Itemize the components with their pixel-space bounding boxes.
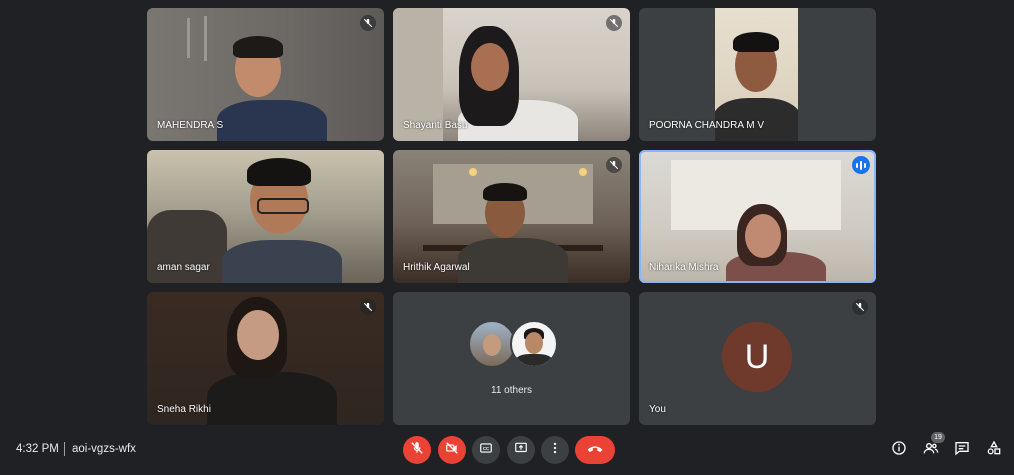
participant-tile-aman[interactable]: aman sagar: [147, 150, 384, 283]
participant-tile-mahendra[interactable]: MAHENDRA S: [147, 8, 384, 141]
meeting-details-button[interactable]: [890, 440, 908, 461]
svg-text:CC: CC: [483, 446, 489, 451]
avatar: U: [722, 322, 792, 392]
mic-off-icon: [360, 299, 376, 315]
present-button[interactable]: [507, 436, 535, 464]
speaking-indicator-icon: [852, 156, 870, 174]
chat-button[interactable]: [953, 441, 971, 459]
meeting-code: aoi-vgzs-wfx: [72, 443, 136, 455]
mic-off-icon: [606, 157, 622, 173]
participant-tile-hrithik[interactable]: Hrithik Agarwal: [393, 150, 630, 283]
mic-off-icon: [606, 15, 622, 31]
clock: 4:32 PM: [16, 443, 59, 455]
avatar: [468, 320, 516, 368]
participant-count-badge: 19: [931, 432, 945, 443]
more-options-button[interactable]: [541, 436, 569, 464]
mic-off-icon: [360, 15, 376, 31]
activities-icon: [986, 440, 1002, 461]
mic-off-icon: [410, 441, 424, 460]
avatar: [510, 320, 558, 368]
others-count-label: 11 others: [491, 385, 532, 396]
others-avatars: [468, 320, 560, 368]
participant-name: Shayanti Basu: [403, 120, 468, 131]
activities-button[interactable]: [985, 440, 1003, 461]
present-icon: [514, 441, 528, 460]
leave-call-button[interactable]: [575, 436, 615, 464]
participant-name: Niharika Mishra: [649, 262, 719, 273]
others-tile[interactable]: 11 others: [393, 292, 630, 425]
participant-tile-poorna[interactable]: POORNA CHANDRA M V: [639, 8, 876, 141]
participant-name: MAHENDRA S: [157, 120, 224, 131]
participant-tile-niharika[interactable]: Niharika Mishra: [639, 150, 876, 283]
chat-icon: [954, 440, 970, 461]
participant-name: You: [649, 404, 666, 415]
participant-name: POORNA CHANDRA M V: [649, 120, 765, 131]
captions-icon: CC: [479, 441, 493, 460]
camera-off-icon: [445, 441, 459, 460]
participant-name: Sneha Rikhi: [157, 404, 211, 415]
people-button[interactable]: [922, 441, 940, 459]
more-options-icon: [548, 441, 562, 460]
participant-tile-sneha[interactable]: Sneha Rikhi: [147, 292, 384, 425]
hang-up-icon: [586, 441, 604, 459]
divider: [64, 442, 65, 456]
mic-off-icon: [852, 299, 868, 315]
participant-tile-shayanti[interactable]: Shayanti Basu: [393, 8, 630, 141]
mic-toggle-button[interactable]: [403, 436, 431, 464]
captions-button[interactable]: CC: [472, 436, 500, 464]
camera-toggle-button[interactable]: [438, 436, 466, 464]
participant-name: Hrithik Agarwal: [403, 262, 470, 273]
self-tile[interactable]: U You: [639, 292, 876, 425]
info-icon: [891, 440, 907, 461]
participant-name: aman sagar: [157, 262, 210, 273]
